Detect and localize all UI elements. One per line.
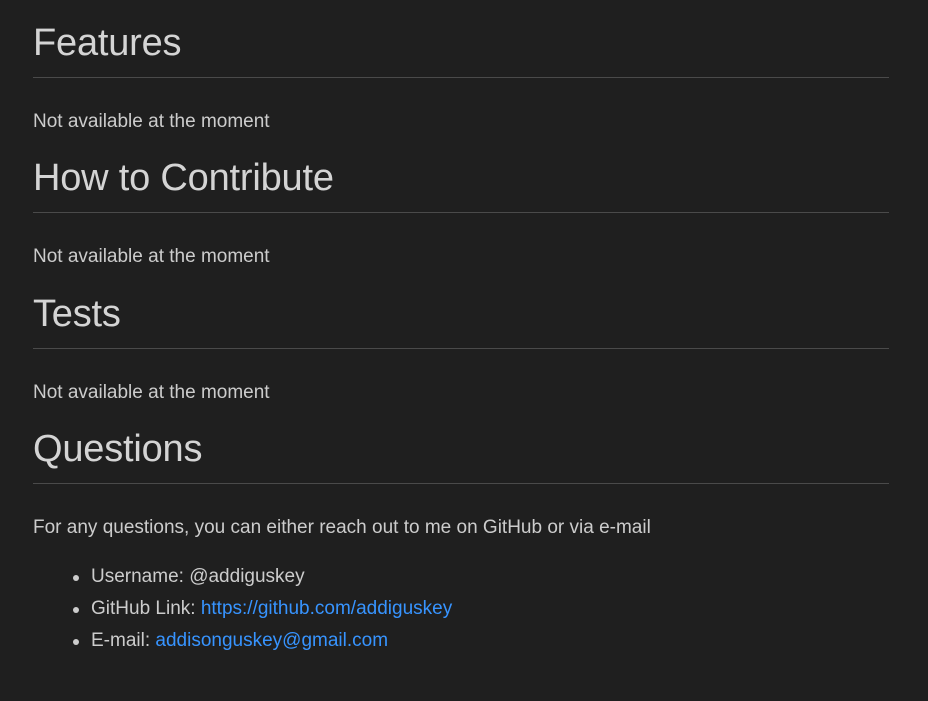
heading-features: Features [33,22,182,64]
email-link[interactable]: addisonguskey@gmail.com [155,630,388,651]
github-link[interactable]: https://github.com/addiguskey [201,598,452,619]
divider [33,77,889,78]
heading-divider [33,77,889,78]
section-tests-body: Not available at the moment [33,381,889,405]
features-text: Not available at the moment [33,111,270,132]
list-item-username: Username: @addiguskey [72,561,452,593]
heading-divider [33,348,889,349]
section-contribute: How to Contribute [33,156,889,200]
heading-divider [33,483,889,484]
questions-text: For any questions, you can either reach … [33,517,651,538]
list-item-email: E-mail: addisonguskey@gmail.com [72,625,452,657]
contact-list: Username: @addiguskey GitHub Link: https… [33,561,452,657]
divider [33,348,889,349]
section-contribute-body: Not available at the moment [33,245,889,269]
section-questions: Questions [33,427,889,471]
divider [33,212,889,213]
contribute-text: Not available at the moment [33,246,270,267]
section-questions-body: For any questions, you can either reach … [33,516,889,540]
username-value: @addiguskey [189,566,305,587]
section-features: Features [33,21,889,65]
divider [33,483,889,484]
username-label: Username: [91,566,190,587]
markdown-preview: Features Not available at the moment How… [0,0,928,701]
heading-questions: Questions [33,428,203,470]
list-item-github: GitHub Link: https://github.com/addigusk… [72,593,452,625]
section-tests: Tests [33,292,889,336]
tests-text: Not available at the moment [33,382,270,403]
heading-tests: Tests [33,293,121,335]
github-label: GitHub Link: [91,598,201,619]
email-label: E-mail: [91,630,156,651]
section-features-body: Not available at the moment [33,110,889,134]
heading-divider [33,212,889,213]
heading-how-to-contribute: How to Contribute [33,157,334,199]
